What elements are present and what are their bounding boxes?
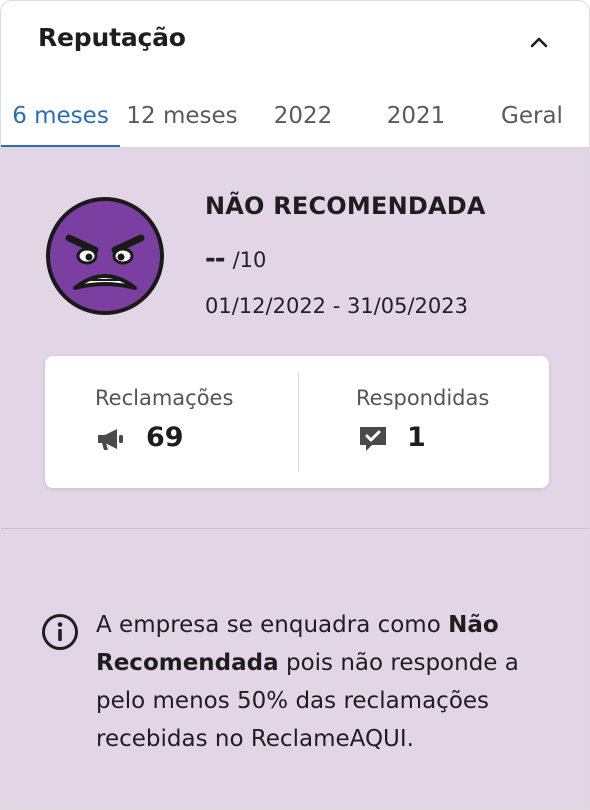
- panel-divider: [1, 528, 589, 529]
- reputation-header[interactable]: Reputação: [1, 1, 589, 87]
- info-text-before: A empresa se enquadra como: [96, 612, 449, 638]
- period-tabs: 6 meses 12 meses 2022 2021 Geral: [1, 97, 589, 148]
- answered-value: 1: [407, 422, 426, 453]
- stats-divider: [298, 372, 299, 472]
- info-icon: [42, 614, 78, 650]
- megaphone-icon: [98, 429, 123, 450]
- chevron-up-icon[interactable]: [527, 31, 551, 55]
- tab-2022[interactable]: 2022: [251, 103, 355, 145]
- chat-check-icon: [360, 427, 386, 451]
- header-title: Reputação: [38, 23, 186, 52]
- score-value: --: [205, 244, 226, 274]
- reputation-card: Reputação 6 meses 12 meses 2022 2021 Ger…: [0, 0, 590, 810]
- tab-6-meses[interactable]: 6 meses: [1, 103, 120, 147]
- reputation-score: --/10: [205, 244, 266, 274]
- tab-2021[interactable]: 2021: [363, 103, 469, 145]
- tab-geral[interactable]: Geral: [477, 103, 587, 145]
- reputation-period: 01/12/2022 - 31/05/2023: [205, 294, 469, 318]
- reputation-status: NÃO RECOMENDADA: [205, 192, 486, 220]
- info-message: A empresa se enquadra como Não Recomenda…: [96, 606, 566, 758]
- angry-face-icon: [46, 197, 164, 315]
- stats-card: Reclamações 69 Respondidas 1: [45, 356, 549, 488]
- answered-label: Respondidas: [356, 386, 490, 410]
- complaints-label: Reclamações: [95, 386, 234, 410]
- reputation-panel: NÃO RECOMENDADA --/10 01/12/2022 - 31/05…: [1, 148, 589, 809]
- tab-12-meses[interactable]: 12 meses: [122, 103, 242, 145]
- complaints-value: 69: [146, 422, 184, 453]
- score-suffix: /10: [232, 248, 267, 272]
